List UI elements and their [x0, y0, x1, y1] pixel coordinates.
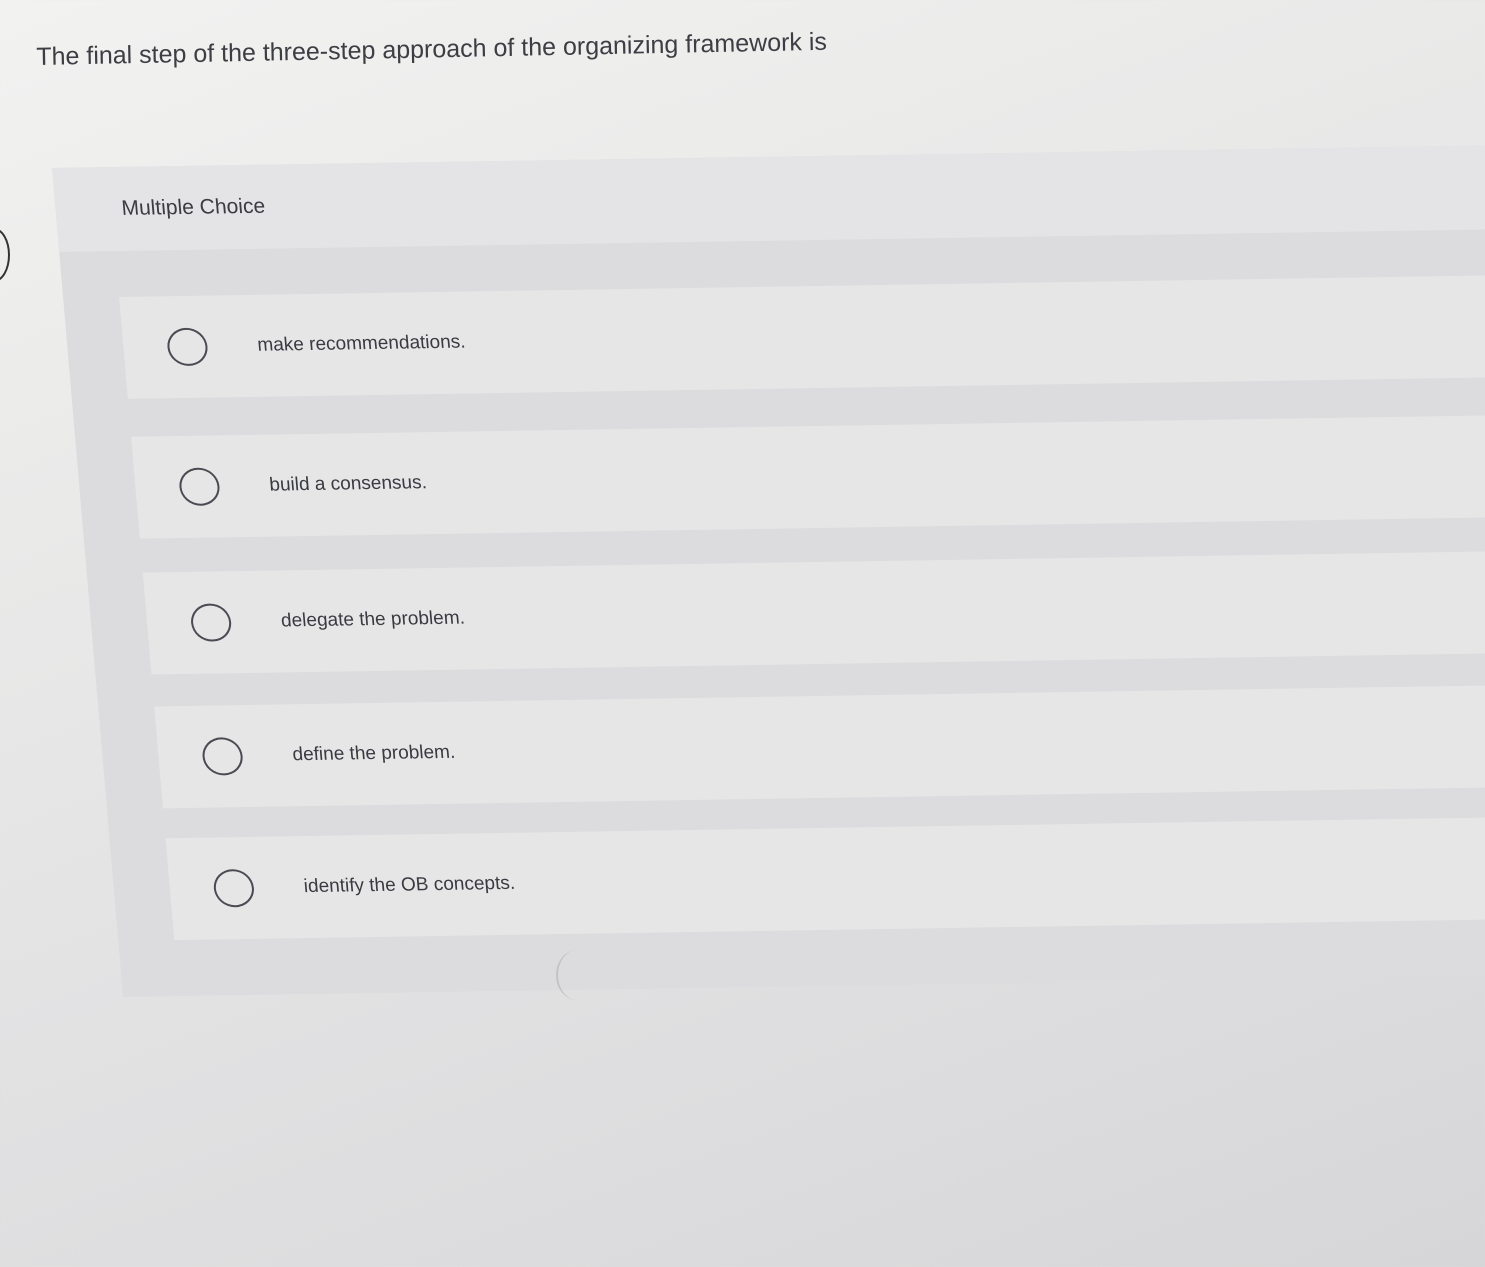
answer-option-label: build a consensus.: [268, 472, 428, 496]
radio-button-icon[interactable]: [189, 603, 233, 642]
answer-option-2[interactable]: build a consensus.: [131, 414, 1485, 539]
multiple-choice-panel: Multiple Choice make recommendations. bu…: [52, 144, 1485, 997]
answer-option-label: identify the OB concepts.: [302, 872, 516, 898]
answer-option-1[interactable]: make recommendations.: [119, 274, 1485, 399]
answer-option-3[interactable]: delegate the problem.: [142, 550, 1485, 675]
answer-option-label: delegate the problem.: [280, 607, 466, 632]
question-prompt: The final step of the three-step approac…: [36, 27, 828, 71]
answer-option-label: define the problem.: [291, 741, 457, 766]
answer-option-label: make recommendations.: [256, 331, 467, 356]
answer-option-5[interactable]: identify the OB concepts.: [165, 815, 1485, 941]
radio-button-icon[interactable]: [165, 327, 210, 367]
answer-option-4[interactable]: define the problem.: [154, 684, 1485, 809]
screen-smudge: [556, 950, 598, 1000]
question-type-header: Multiple Choice: [52, 144, 1485, 252]
radio-button-icon[interactable]: [177, 467, 222, 507]
question-type-label: Multiple Choice: [120, 194, 267, 220]
radio-button-icon[interactable]: [200, 737, 245, 776]
radio-button-icon[interactable]: [212, 868, 256, 908]
partial-circle-edge: [0, 228, 10, 282]
